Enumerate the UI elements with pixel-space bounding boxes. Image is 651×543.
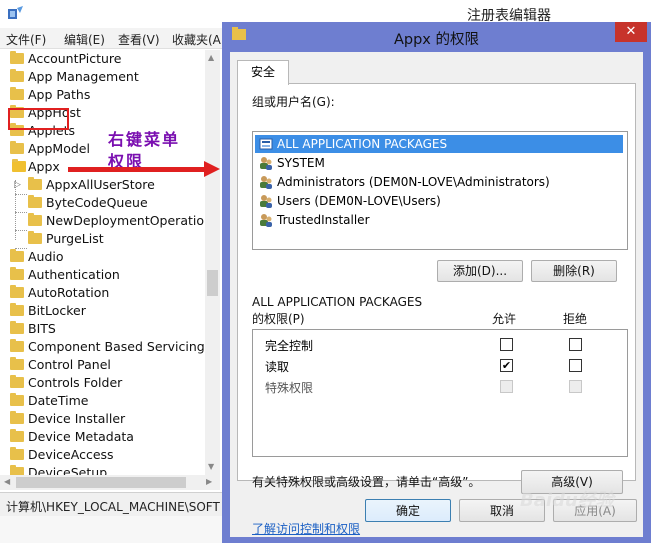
folder-icon <box>28 231 42 244</box>
status-path: 计算机\HKEY_LOCAL_MACHINE\SOFT <box>6 500 220 514</box>
folder-icon <box>10 285 24 298</box>
list-item[interactable]: Administrators (DEM0N-LOVE\Administrator… <box>255 173 623 191</box>
user-group-icon <box>260 214 272 227</box>
folder-icon <box>10 411 24 424</box>
user-group-icon <box>260 176 272 189</box>
folder-icon <box>10 447 24 460</box>
dialog-body: 安全 组或用户名(G): ALL APPLICATION PACKAGES SY… <box>230 52 643 537</box>
checkbox-full-control-allow[interactable] <box>500 338 513 351</box>
folder-icon <box>10 69 24 82</box>
deny-column-header: 拒绝 <box>563 312 588 326</box>
checkbox-full-control-deny[interactable] <box>569 338 582 351</box>
permissions-label: 的权限(P) <box>252 312 305 326</box>
permissions-for-label: ALL APPLICATION PACKAGES <box>252 295 423 309</box>
security-tab-panel: 组或用户名(G): ALL APPLICATION PACKAGES SYSTE… <box>237 83 636 536</box>
folder-icon <box>10 393 24 406</box>
tree-guide-line <box>15 248 27 249</box>
annotation-text-line1: 右键菜单 <box>108 130 181 149</box>
folder-icon <box>10 465 24 475</box>
tree-guide-line <box>15 230 27 231</box>
folder-icon <box>10 141 24 154</box>
annotation-arrow-head <box>204 161 220 177</box>
list-item[interactable]: TrustedInstaller <box>255 211 623 229</box>
permissions-dialog: Appx 的权限 ✕ 安全 组或用户名(G): ALL APPLICATION … <box>222 22 651 543</box>
ok-button[interactable]: 确定 <box>365 499 451 522</box>
folder-open-icon <box>12 159 26 172</box>
scroll-thumb[interactable] <box>207 270 218 296</box>
close-button[interactable]: ✕ <box>615 22 647 42</box>
list-item[interactable]: ALL APPLICATION PACKAGES <box>255 135 623 153</box>
status-bar: 计算机\HKEY_LOCAL_MACHINE\SOFT <box>0 492 222 517</box>
scroll-left-icon[interactable]: ◀ <box>4 477 10 486</box>
tree-vertical-scrollbar[interactable]: ▲ ▼ <box>205 50 220 475</box>
list-item[interactable]: Users (DEM0N-LOVE\Users) <box>255 192 623 210</box>
scroll-thumb[interactable] <box>16 477 186 488</box>
list-item[interactable]: SYSTEM <box>255 154 623 172</box>
tree-horizontal-scrollbar[interactable]: ◀ ▶ <box>0 475 220 490</box>
dialog-title-bar[interactable]: Appx 的权限 ✕ <box>222 22 651 52</box>
permission-name-full-control: 完全控制 <box>265 339 314 353</box>
checkbox-read-deny[interactable] <box>569 359 582 372</box>
folder-icon <box>10 51 24 64</box>
folder-icon <box>10 303 24 316</box>
group-users-label: 组或用户名(G): <box>252 95 335 109</box>
allow-column-header: 允许 <box>492 312 517 326</box>
checkbox-read-allow[interactable]: ✔ <box>500 359 513 372</box>
users-list: ALL APPLICATION PACKAGES SYSTEM Administ… <box>252 131 628 250</box>
folder-icon <box>10 429 24 442</box>
scroll-down-icon[interactable]: ▼ <box>208 462 214 471</box>
scroll-right-icon[interactable]: ▶ <box>206 477 212 486</box>
folder-icon <box>10 87 24 100</box>
permissions-table: 完全控制 读取 ✔ 特殊权限 <box>252 329 628 457</box>
scroll-up-icon[interactable]: ▲ <box>208 53 214 62</box>
registry-menu-bar: 文件(F) 编辑(E) 查看(V) 收藏夹(A <box>0 28 230 49</box>
dialog-title: Appx 的权限 <box>393 32 480 48</box>
user-group-icon <box>260 195 272 208</box>
folder-icon <box>10 357 24 370</box>
folder-icon <box>10 339 24 352</box>
checkbox-special-deny <box>569 380 582 393</box>
annotation-arrow <box>68 167 208 172</box>
advanced-hint-text: 有关特殊权限或高级设置，请单击“高级”。 <box>252 475 481 489</box>
menu-edit[interactable]: 编辑(E) <box>64 31 105 48</box>
window-bottom <box>0 516 222 543</box>
folder-icon <box>10 375 24 388</box>
checkbox-special-allow <box>500 380 513 393</box>
folder-icon <box>28 213 42 226</box>
tab-security[interactable]: 安全 <box>237 60 289 85</box>
menu-view[interactable]: 查看(V) <box>118 31 160 48</box>
remove-button[interactable]: 删除(R) <box>531 260 617 282</box>
watermark-text: Baidu经验 <box>520 490 614 511</box>
permission-name-special: 特殊权限 <box>265 381 314 395</box>
tree-guide-line <box>15 194 27 195</box>
package-icon <box>259 138 273 150</box>
add-button[interactable]: 添加(D)... <box>437 260 523 282</box>
regedit-app-icon <box>8 6 23 19</box>
permission-name-read: 读取 <box>265 360 290 374</box>
folder-icon <box>28 195 42 208</box>
tree-guide-line <box>15 212 27 213</box>
folder-icon <box>10 321 24 334</box>
user-group-icon <box>260 157 272 170</box>
highlight-box <box>8 108 69 130</box>
folder-icon <box>10 249 24 262</box>
folder-icon <box>10 267 24 280</box>
menu-file[interactable]: 文件(F) <box>6 31 46 48</box>
folder-icon <box>28 177 42 190</box>
menu-favorites[interactable]: 收藏夹(A <box>172 31 221 48</box>
learn-access-control-link[interactable]: 了解访问控制和权限 <box>252 520 360 537</box>
expand-arrow-icon[interactable]: ▷ <box>14 176 21 194</box>
